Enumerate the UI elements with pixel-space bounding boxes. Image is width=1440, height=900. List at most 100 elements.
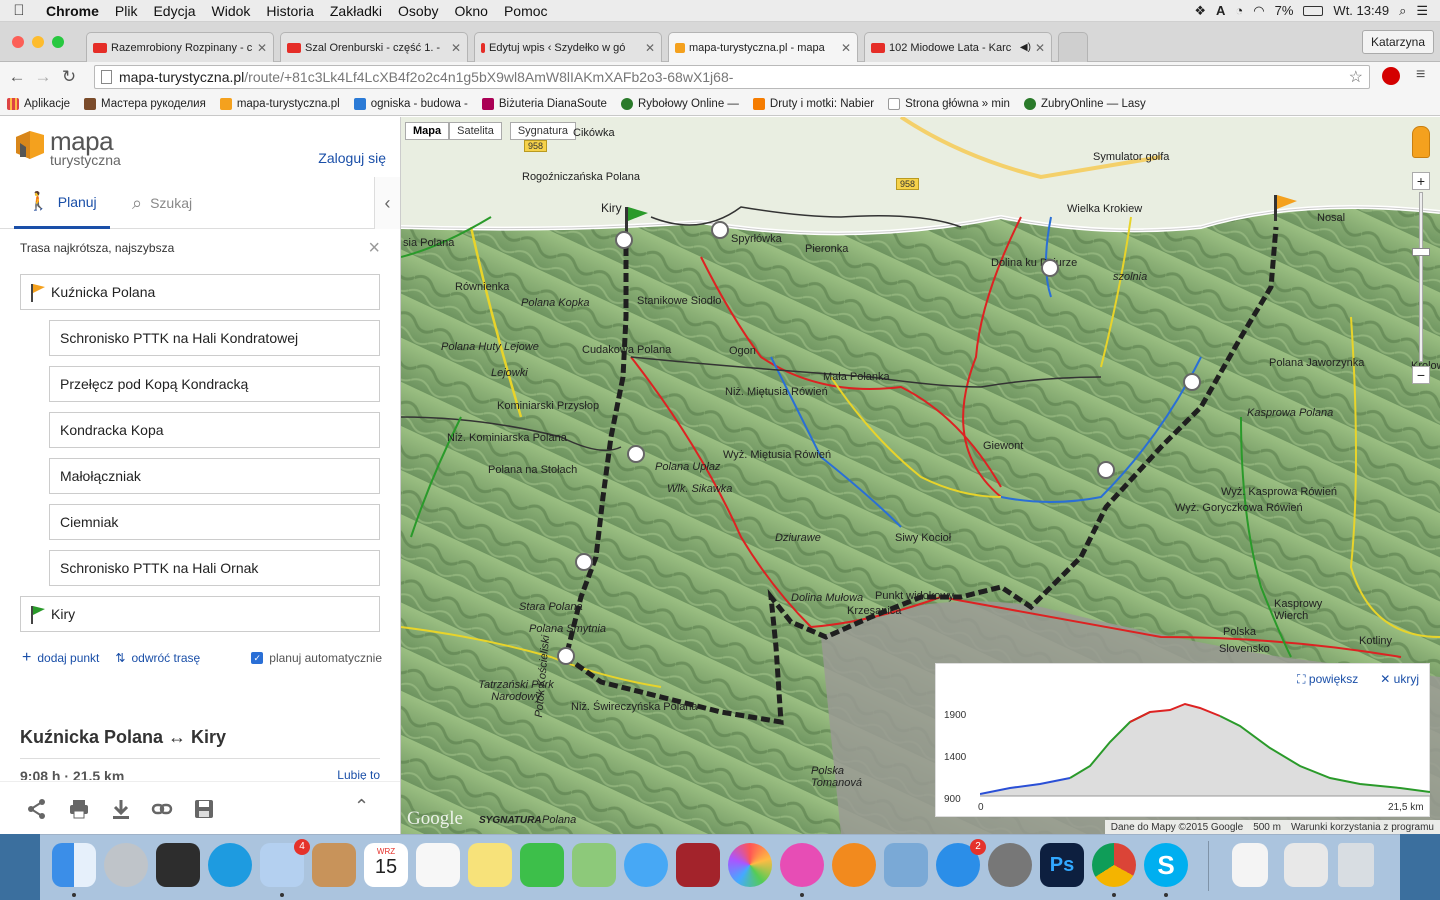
safari-icon[interactable] — [208, 843, 252, 887]
browser-tab-active[interactable]: mapa-turystyczna.pl - mapa ✕ — [668, 32, 858, 63]
close-window-button[interactable] — [12, 36, 24, 48]
zoom-window-button[interactable] — [52, 36, 64, 48]
link-icon[interactable] — [151, 798, 173, 820]
chevron-up-icon[interactable]: ⌃ — [354, 796, 369, 817]
bookmark-item[interactable]: ŻubryOnline — Lasy — [1017, 97, 1153, 110]
downloads-stack-icon[interactable] — [1284, 843, 1328, 887]
map-type-map-button[interactable]: Mapa — [405, 122, 450, 140]
bookmark-apps[interactable]: Aplikacje — [0, 97, 77, 110]
adobe-icon[interactable]: A — [1216, 3, 1225, 18]
preview-icon[interactable] — [884, 843, 928, 887]
zoom-out-button[interactable]: − — [1412, 366, 1430, 384]
auto-plan-checkbox[interactable]: ✓ planuj automatycznie — [251, 651, 382, 665]
close-tab-icon[interactable]: ✕ — [257, 41, 267, 55]
start-flag-marker[interactable] — [1271, 193, 1299, 223]
close-tab-icon[interactable]: ✕ — [645, 41, 655, 55]
reload-icon[interactable]: ↻ — [56, 67, 82, 87]
menu-historia[interactable]: Historia — [258, 3, 321, 19]
expand-profile-button[interactable]: ⛶ powiększ — [1297, 672, 1358, 687]
bookmark-item[interactable]: Rybołowy Online — — [614, 97, 746, 110]
menu-okno[interactable]: Okno — [446, 3, 495, 19]
maps-icon[interactable] — [572, 843, 616, 887]
waypoint-field[interactable]: Małołączniak — [49, 458, 380, 494]
collapse-sidebar-button[interactable]: ‹ — [374, 177, 400, 229]
skype-icon[interactable]: S — [1144, 843, 1188, 887]
bookmark-item[interactable]: mapa-turystyczna.pl — [213, 97, 347, 110]
speaker-icon[interactable]: ◀) — [1020, 42, 1031, 53]
wifi-icon[interactable]: ◠ — [1253, 3, 1264, 19]
system-preferences-icon[interactable] — [988, 843, 1032, 887]
chrome-menu-icon[interactable]: ≡ — [1416, 66, 1425, 84]
close-tab-icon[interactable]: ✕ — [1035, 41, 1045, 55]
apple-icon[interactable]:  — [0, 2, 38, 19]
forward-icon[interactable]: → — [30, 67, 56, 87]
zoom-in-button[interactable]: + — [1412, 172, 1430, 190]
close-tab-icon[interactable]: ✕ — [841, 41, 851, 55]
browser-tab[interactable]: Edytuj wpis ‹ Szydełko w gó ✕ — [474, 32, 662, 62]
calendar-icon[interactable]: WRZ 15 — [364, 843, 408, 887]
browser-tab[interactable]: 102 Miodowe Lata - Karc ◀) ✕ — [864, 32, 1052, 62]
hide-profile-button[interactable]: ✕ ukryj — [1380, 672, 1419, 687]
browser-tab[interactable]: Szal Orenburski - część 1. - ✕ — [280, 32, 468, 62]
shelter-icon[interactable] — [627, 445, 645, 463]
waypoint-end[interactable]: Kiry — [20, 596, 380, 632]
adblock-icon[interactable] — [1382, 67, 1400, 85]
menu-osoby[interactable]: Osoby — [390, 3, 446, 19]
bookmark-item[interactable]: Мастера рукоделия — [77, 97, 213, 110]
add-point-button[interactable]: + dodaj punkt — [22, 649, 99, 667]
tab-search[interactable]: ⌕ Szukaj — [132, 177, 192, 229]
shelter-icon[interactable] — [557, 647, 575, 665]
login-link[interactable]: Zaloguj się — [318, 150, 386, 166]
contacts-icon[interactable] — [312, 843, 356, 887]
map-type-signature-button[interactable]: Sygnatura — [509, 122, 576, 140]
shelter-icon[interactable] — [711, 221, 729, 239]
notes-icon[interactable] — [468, 843, 512, 887]
zoom-slider[interactable] — [1419, 192, 1423, 362]
pegman-icon[interactable] — [1412, 126, 1430, 158]
profile-button[interactable]: Katarzyna — [1361, 30, 1434, 54]
menu-chrome[interactable]: Chrome — [38, 3, 107, 19]
itunes-icon[interactable] — [780, 843, 824, 887]
trash-icon[interactable] — [1338, 843, 1374, 887]
address-bar[interactable]: mapa-turystyczna.pl/route/+81c3Lk4Lf4LcX… — [94, 65, 1370, 89]
clock[interactable]: Wt. 13:49 — [1333, 3, 1389, 18]
bookmark-star-icon[interactable]: ☆ — [1349, 67, 1363, 87]
notification-center-icon[interactable]: ☰ — [1416, 3, 1428, 19]
tab-plan[interactable]: 🚶 Planuj — [14, 177, 110, 229]
back-icon[interactable]: ← — [4, 67, 30, 87]
mission-control-icon[interactable] — [156, 843, 200, 887]
ibooks-icon[interactable] — [832, 843, 876, 887]
print-icon[interactable] — [68, 798, 90, 820]
battery-percent[interactable]: 7% — [1275, 3, 1294, 18]
menu-pomoc[interactable]: Pomoc — [496, 3, 556, 19]
like-link[interactable]: Lubię to — [337, 768, 380, 780]
menu-widok[interactable]: Widok — [204, 3, 259, 19]
chrome-icon[interactable] — [1092, 843, 1136, 887]
terms-link[interactable]: Warunki korzystania z programu — [1291, 822, 1434, 833]
photo-booth-icon[interactable] — [676, 843, 720, 887]
bookmark-item[interactable]: ogniska - budowa - — [347, 97, 475, 110]
photoshop-icon[interactable]: Ps — [1040, 843, 1084, 887]
shelter-icon[interactable] — [1183, 373, 1201, 391]
waypoint-field[interactable]: Schronisko PTTK na Hali Ornak — [49, 550, 380, 586]
battery-icon[interactable] — [1303, 5, 1324, 16]
zoom-slider-handle[interactable] — [1412, 248, 1430, 256]
menu-zakladki[interactable]: Zakładki — [322, 3, 390, 19]
waypoint-field[interactable]: Przełęcz pod Kopą Kondracką — [49, 366, 380, 402]
shelter-icon[interactable] — [1097, 461, 1115, 479]
reminders-icon[interactable] — [416, 843, 460, 887]
messages-icon[interactable] — [624, 843, 668, 887]
shelter-icon[interactable] — [615, 231, 633, 249]
download-icon[interactable] — [110, 798, 132, 820]
menu-plik[interactable]: Plik — [107, 3, 146, 19]
minimize-window-button[interactable] — [32, 36, 44, 48]
reverse-route-button[interactable]: ⇅ odwróć trasę — [115, 651, 200, 665]
share-icon[interactable] — [26, 798, 48, 820]
browser-tab[interactable]: Razemrobiony Rozpinany - c ✕ — [86, 32, 274, 62]
map-data-credit[interactable]: Dane do Mapy ©2015 Google — [1111, 822, 1243, 833]
spotlight-icon[interactable]: ⌕ — [1399, 3, 1406, 19]
dropbox-icon[interactable]: ❖ — [1194, 3, 1206, 19]
photos-icon[interactable] — [728, 843, 772, 887]
waypoint-field[interactable]: Kondracka Kopa — [49, 412, 380, 448]
waypoint-field[interactable]: Schronisko PTTK na Hali Kondratowej — [49, 320, 380, 356]
